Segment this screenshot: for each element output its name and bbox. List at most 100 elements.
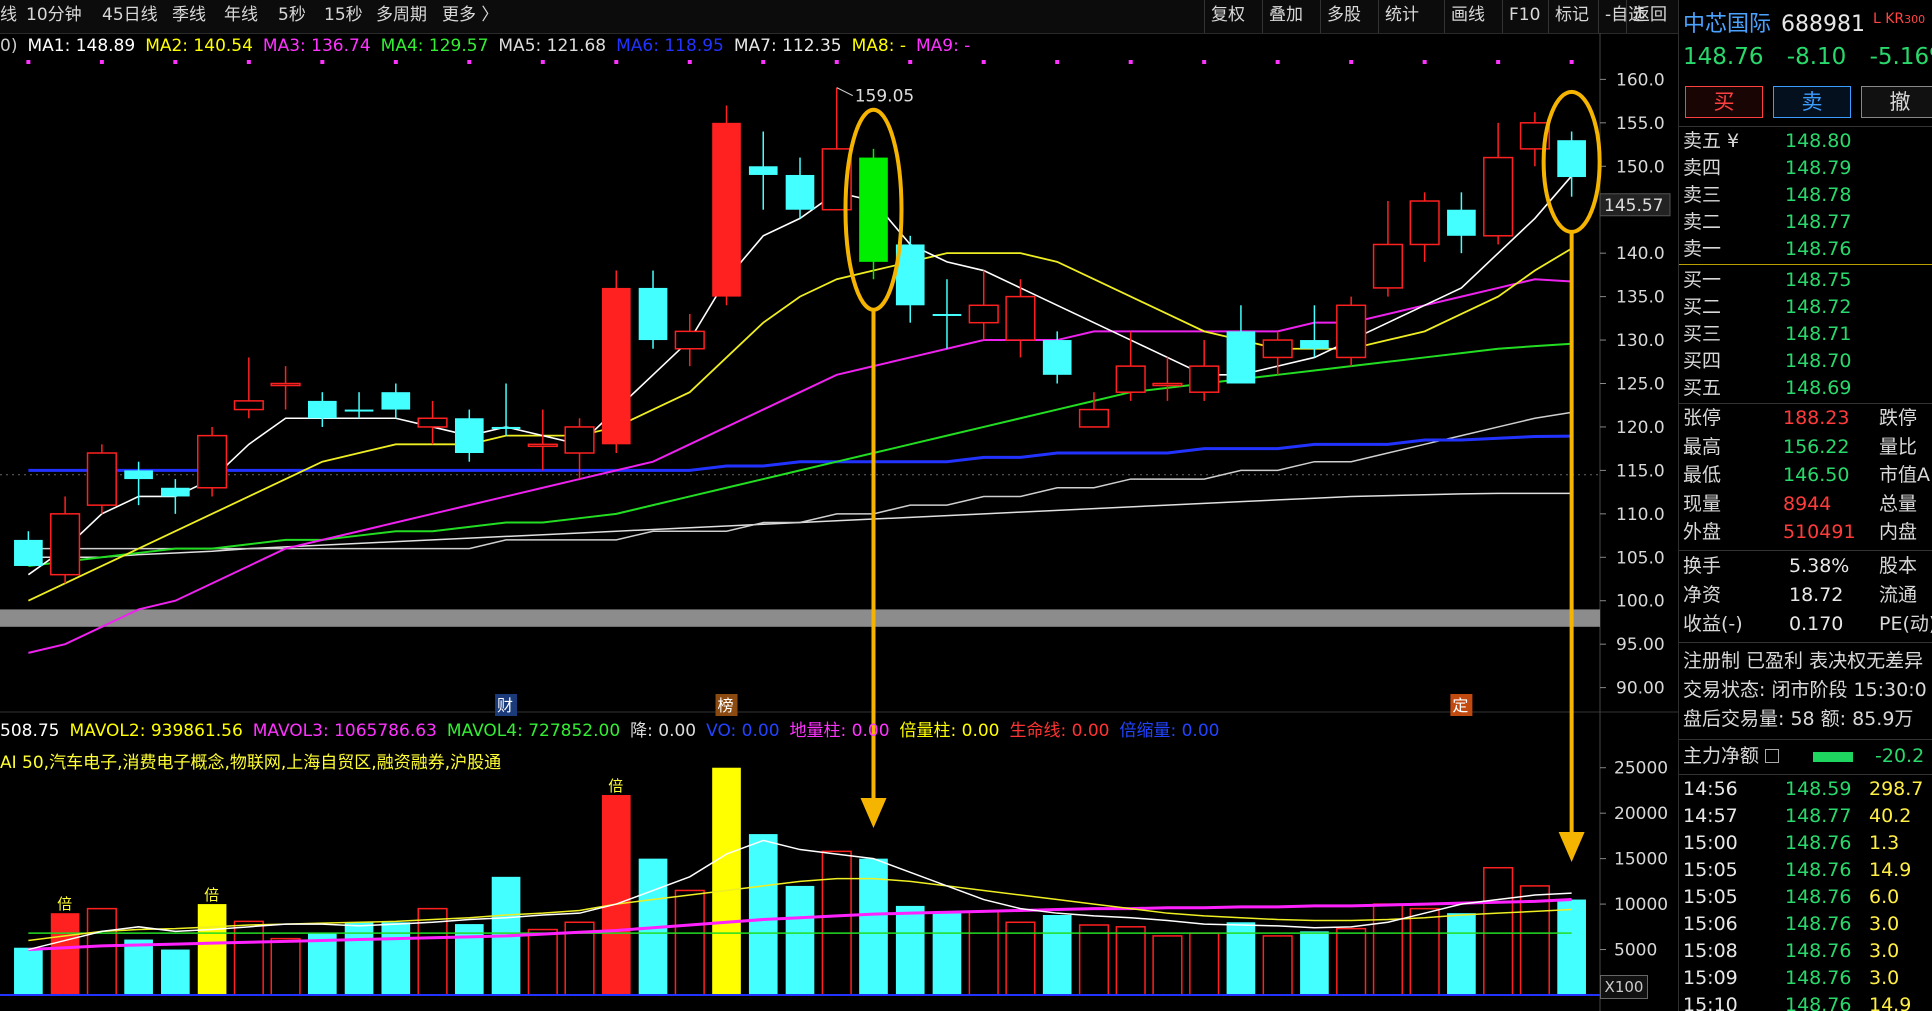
stat-row: 现量 8944 总量 [1679, 491, 1932, 518]
kline-chart[interactable]: 160.0155.0150.0145.0140.0135.0130.0125.0… [0, 0, 1678, 1011]
stat-label-2: 内盘 [1879, 521, 1918, 543]
candle [14, 539, 43, 566]
price-tick-label: 155.0 [1616, 114, 1665, 134]
price-tick-label: 110.0 [1616, 505, 1665, 525]
candle [307, 400, 337, 419]
stock-name-line: 中芯国际 688981 [1683, 6, 1865, 38]
candle [712, 122, 741, 297]
stat-row: 收益(-) 0.170 PE(动) [1679, 611, 1932, 638]
stat-row: 外盘 510491 内盘 [1679, 519, 1932, 546]
ask-label: 卖三 [1683, 184, 1722, 206]
bid-row: 买三 148.71 [1679, 321, 1932, 348]
ma5-line [28, 411, 1572, 550]
volume-bar [932, 913, 962, 995]
volume-bar [1409, 907, 1440, 996]
candle [1152, 382, 1183, 387]
volume-bar [270, 937, 301, 996]
candle [491, 426, 521, 429]
stat-label: 最高 [1683, 435, 1722, 458]
stat-label: 净资 [1683, 583, 1722, 606]
stat-label-2: 量比 [1879, 435, 1918, 458]
bid-row: 买一 148.75 [1679, 267, 1932, 294]
candle [1483, 156, 1514, 237]
tick-row: 15:08 148.76 3.0 [1679, 938, 1932, 965]
tick-volume: 6.0 [1869, 885, 1900, 908]
ask-price: 148.76 [1785, 238, 1852, 260]
buy-button[interactable]: 买 [1685, 86, 1763, 118]
stat-label-2: PE(动) [1879, 612, 1932, 635]
tick-price: 148.59 [1785, 777, 1852, 800]
stat-label: 收益(-) [1683, 612, 1743, 635]
volume-bar [1115, 926, 1146, 996]
candle [1226, 331, 1256, 384]
candle [1115, 365, 1146, 393]
limit-dot [1496, 60, 1501, 64]
volume-bar [748, 834, 778, 995]
stat-label: 外盘 [1683, 521, 1722, 543]
stat-label: 现量 [1683, 492, 1722, 515]
volume-bar [233, 920, 264, 996]
candle [932, 313, 962, 316]
candle [270, 382, 301, 387]
net-flow-bar [1813, 751, 1853, 762]
volume-bar [454, 924, 484, 995]
bid-price: 148.69 [1785, 377, 1852, 399]
ask-price: 148.80 [1785, 130, 1852, 152]
vol-legend-item: 倍量柱: 0.00 [899, 721, 1000, 741]
price-tick-label: 130.0 [1616, 331, 1665, 351]
sell-button[interactable]: 卖 [1773, 86, 1851, 118]
tick-row: 15:09 148.76 3.0 [1679, 965, 1932, 992]
tick-time: 15:09 [1683, 966, 1738, 989]
vol-tick-label: 20000 [1614, 804, 1668, 824]
marker-bei: 倍 [608, 777, 623, 795]
vol-legend-item: 508.75 [0, 721, 60, 741]
tick-volume: 3.0 [1869, 912, 1900, 935]
vol-tick-label: 10000 [1614, 895, 1668, 915]
tick-price: 148.76 [1785, 939, 1852, 962]
limit-dot [687, 60, 692, 64]
ask-label: 卖五 ¥ [1683, 130, 1740, 152]
stock-name: 中芯国际 [1683, 12, 1772, 37]
menu-icon[interactable] [1765, 748, 1779, 763]
limit-dot [1202, 60, 1207, 64]
arrow-head-icon [860, 798, 887, 828]
candle [1447, 209, 1476, 236]
stat-value: 510491 [1783, 521, 1856, 543]
ask-label: 卖二 [1683, 211, 1722, 233]
vol-legend-item: VO: 0.00 [706, 721, 780, 741]
volume-bar [197, 904, 227, 995]
candle [674, 330, 705, 350]
marker-bang: 榜 [718, 696, 734, 715]
price-tick-label: 135.0 [1616, 288, 1665, 308]
limit-dot [761, 60, 766, 64]
tick-volume: 40.2 [1869, 804, 1912, 827]
limit-dot [467, 60, 472, 64]
tick-volume: 1.3 [1869, 831, 1900, 854]
stat-row: 张停 188.23 跌停 [1679, 405, 1932, 432]
info-line: 盘后交易量: 58 额: 85.9万 [1679, 706, 1932, 733]
stat-row: 最高 156.22 量比 [1679, 434, 1932, 461]
stat-label-2: 流通 [1879, 583, 1918, 606]
volume-bar [968, 910, 999, 996]
stat-label-2: 总量 [1879, 492, 1918, 515]
info-text: 注册制 已盈利 表决权无差异 [1683, 649, 1924, 672]
candle [1300, 340, 1329, 349]
tick-time: 15:05 [1683, 885, 1738, 908]
volume-bar [86, 907, 117, 996]
candle [1189, 365, 1220, 393]
candle [968, 304, 999, 324]
limit-dot [1349, 60, 1354, 64]
cancel-order-button[interactable]: 撤 [1861, 86, 1932, 118]
candle [161, 487, 190, 497]
bid-row: 买二 148.72 [1679, 294, 1932, 321]
candle [748, 166, 778, 175]
candle [197, 434, 228, 489]
candle [86, 452, 117, 506]
stat-label: 张停 [1683, 407, 1722, 429]
high-price-label: 159.05 [855, 87, 914, 107]
candle [381, 392, 411, 410]
ask-row: 卖二 148.77 [1679, 209, 1932, 236]
candle [1409, 200, 1440, 246]
info-text: 盘后交易量: 58 额: 85.9万 [1683, 707, 1914, 730]
stat-value: 146.50 [1783, 464, 1850, 486]
